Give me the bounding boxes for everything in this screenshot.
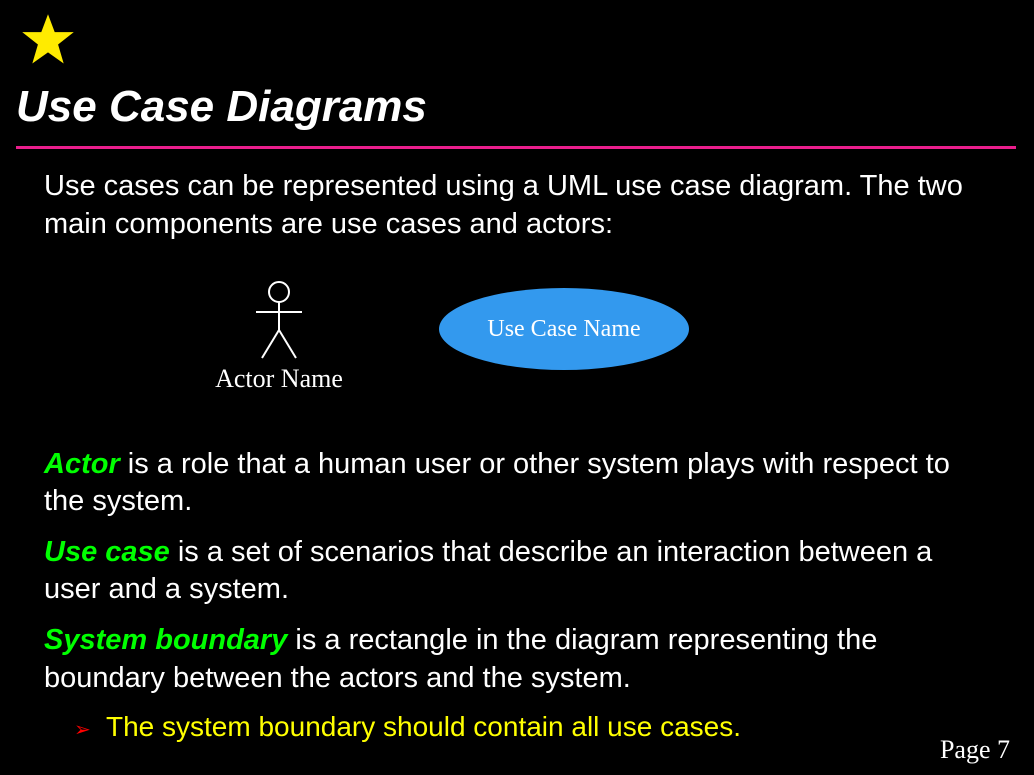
- chevron-icon: ➢: [74, 717, 91, 742]
- page-title: Use Case Diagrams: [16, 82, 427, 132]
- term-actor: Actor: [44, 448, 120, 480]
- star-icon: [20, 12, 76, 68]
- definition-actor: Actor is a role that a human user or oth…: [44, 446, 994, 520]
- definition-system-boundary: System boundary is a rectangle in the di…: [44, 622, 994, 696]
- sub-bullet-text: The system boundary should contain all u…: [106, 711, 741, 742]
- term-system-boundary: System boundary: [44, 624, 287, 656]
- page-number: Page 7: [940, 735, 1010, 765]
- actor-label: Actor Name: [209, 364, 349, 394]
- use-case-oval: Use Case Name: [439, 288, 689, 370]
- stick-figure-icon: [244, 280, 314, 360]
- definition-actor-text: is a role that a human user or other sys…: [44, 448, 950, 517]
- term-usecase: Use case: [44, 536, 170, 568]
- title-divider: [16, 146, 1016, 149]
- definitions-block: Actor is a role that a human user or oth…: [44, 446, 994, 743]
- usecase-label: Use Case Name: [487, 316, 640, 343]
- definition-usecase-text: is a set of scenarios that describe an i…: [44, 536, 932, 605]
- definition-usecase: Use case is a set of scenarios that desc…: [44, 534, 994, 608]
- sub-bullet: ➢ The system boundary should contain all…: [74, 711, 994, 743]
- intro-text: Use cases can be represented using a UML…: [44, 168, 994, 243]
- diagram-area: Actor Name Use Case Name: [44, 280, 994, 410]
- actor-figure: Actor Name: [209, 280, 349, 394]
